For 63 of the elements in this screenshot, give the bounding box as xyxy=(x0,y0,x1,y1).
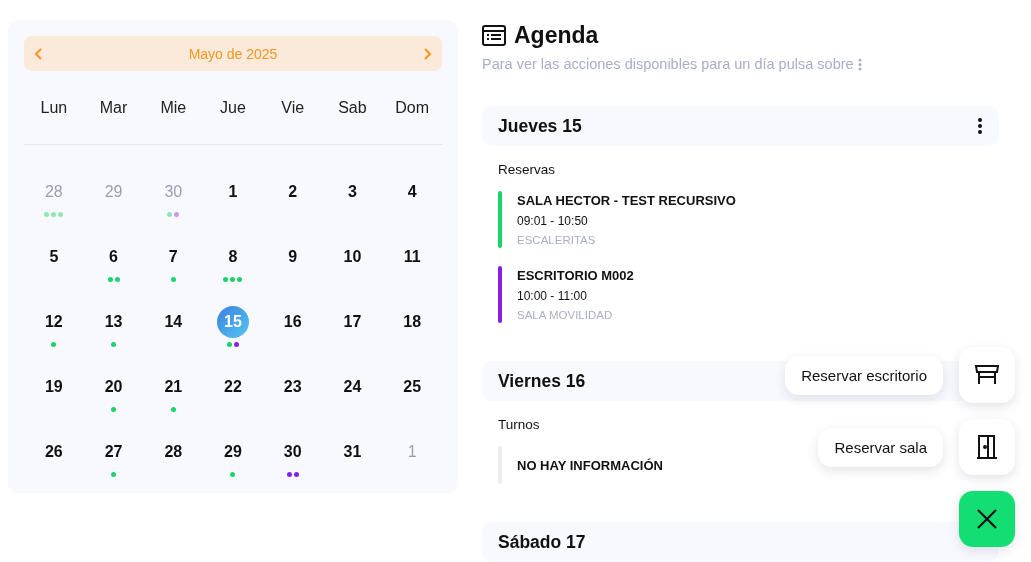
day-number[interactable]: 18 xyxy=(403,312,422,332)
kebab-icon xyxy=(857,57,862,71)
day-number[interactable]: 6 xyxy=(109,247,118,267)
booking-time: 10:00 - 11:00 xyxy=(517,289,588,303)
weekday-label: Vie xyxy=(281,98,305,117)
day-number[interactable]: 25 xyxy=(403,377,422,397)
agenda-icon xyxy=(482,24,506,46)
door-icon xyxy=(975,434,999,460)
day-number[interactable]: 27 xyxy=(104,442,123,462)
day-number[interactable]: 7 xyxy=(168,247,178,267)
weekday-label: Lun xyxy=(40,98,68,117)
day-number[interactable]: 30 xyxy=(283,442,302,462)
day-title: Jueves 15 xyxy=(498,115,582,137)
action-label-button[interactable]: Reservar sala xyxy=(818,427,943,467)
day-number[interactable]: 20 xyxy=(104,377,123,397)
section-label: Reservas xyxy=(498,162,557,177)
desk-icon xyxy=(974,364,1000,386)
more-icon[interactable] xyxy=(977,117,983,135)
day-number[interactable]: 19 xyxy=(44,377,63,397)
weekday-label: Mar xyxy=(99,98,128,117)
day-number[interactable]: 13 xyxy=(104,312,123,332)
action-button[interactable] xyxy=(959,419,1015,475)
day-number[interactable]: 22 xyxy=(224,377,242,397)
day-number[interactable]: 4 xyxy=(407,182,417,202)
day-number[interactable]: 8 xyxy=(228,247,238,267)
booking-name: ESCRITORIO M002 xyxy=(517,268,634,283)
day-number[interactable]: 29 xyxy=(224,442,242,462)
day-title: Sábado 17 xyxy=(498,531,586,553)
day-number[interactable]: 2 xyxy=(288,182,298,202)
close-icon xyxy=(976,508,998,530)
close-button[interactable] xyxy=(959,491,1015,547)
day-number[interactable]: 17 xyxy=(343,312,362,332)
day-number[interactable]: 24 xyxy=(343,377,362,397)
day-number[interactable]: 1 xyxy=(228,182,238,202)
hint-text: Para ver las acciones disponibles para un día pulsa sobre xyxy=(482,56,854,72)
day-number[interactable]: 3 xyxy=(347,182,357,202)
day-number[interactable]: 21 xyxy=(164,377,183,397)
day-number[interactable]: 11 xyxy=(403,247,421,267)
action-button[interactable] xyxy=(959,347,1015,403)
day-title: Viernes 16 xyxy=(498,370,586,392)
empty-message: NO HAY INFORMACIÓN xyxy=(517,457,663,473)
day-number[interactable]: 28 xyxy=(164,442,183,462)
day-number[interactable]: 14 xyxy=(164,312,183,332)
day-number[interactable]: 9 xyxy=(288,247,298,267)
booking-place: SALA MOVILIDAD xyxy=(517,309,614,321)
booking-place: ESCALERITAS xyxy=(517,234,597,246)
action-label-button[interactable]: Reservar escritorio xyxy=(785,355,943,395)
weekday-label: Sab xyxy=(338,98,367,117)
booking-name: SALA HECTOR - TEST RECURSIVO xyxy=(517,193,736,208)
day-number[interactable]: 12 xyxy=(44,312,63,332)
booking-time: 09:01 - 10:50 xyxy=(517,214,589,228)
section-label: Turnos xyxy=(498,417,541,432)
day-number[interactable]: 16 xyxy=(283,312,302,332)
month-label: Mayo de 2025 xyxy=(188,45,278,62)
day-number[interactable]: 26 xyxy=(44,442,63,462)
weekday-label: Dom xyxy=(395,98,430,117)
weekday-label: Mie xyxy=(160,98,187,117)
day-number[interactable]: 31 xyxy=(343,442,362,462)
weekday-label: Jue xyxy=(220,98,246,117)
day-number[interactable]: 10 xyxy=(343,247,362,267)
page-title: Agenda xyxy=(514,21,599,49)
day-number[interactable]: 23 xyxy=(283,377,302,397)
day-number[interactable]: 5 xyxy=(49,247,59,267)
